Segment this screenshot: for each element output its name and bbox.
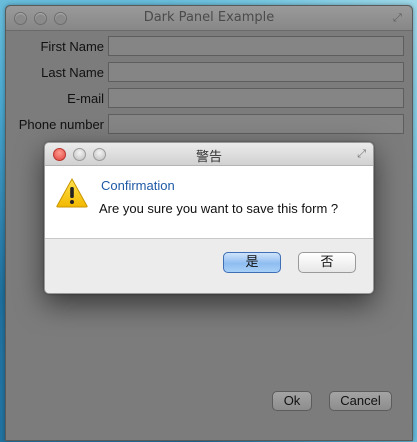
- email-label: E-mail: [67, 91, 104, 106]
- last-name-row: Last Name: [6, 62, 412, 84]
- cancel-button[interactable]: Cancel: [329, 391, 392, 411]
- confirmation-dialog: 警告 ⤢ Confirmation Are you sure you want …: [44, 142, 374, 294]
- last-name-input[interactable]: [108, 62, 404, 82]
- phone-number-input[interactable]: [108, 114, 404, 134]
- window-titlebar[interactable]: Dark Panel Example ⤢: [6, 6, 412, 31]
- window-title: Dark Panel Example: [143, 10, 275, 25]
- dialog-fullscreen-icon[interactable]: ⤢: [357, 148, 366, 159]
- dialog-heading: Confirmation: [101, 178, 175, 193]
- first-name-label: First Name: [40, 39, 104, 54]
- first-name-input[interactable]: [108, 36, 404, 56]
- phone-number-label: Phone number: [18, 117, 104, 132]
- ok-button[interactable]: Ok: [272, 391, 312, 411]
- yes-button[interactable]: 是: [223, 252, 281, 273]
- phone-row: Phone number: [6, 114, 412, 136]
- dialog-message: Are you sure you want to save this form …: [99, 201, 339, 216]
- no-button[interactable]: 否: [298, 252, 356, 273]
- dialog-title: 警告: [195, 150, 222, 165]
- email-row: E-mail: [6, 88, 412, 110]
- dialog-footer: 是 否: [45, 239, 373, 293]
- warning-icon: [56, 178, 88, 208]
- first-name-row: First Name: [6, 36, 412, 58]
- dialog-body: Confirmation Are you sure you want to sa…: [45, 166, 373, 239]
- dialog-titlebar[interactable]: 警告 ⤢: [45, 143, 373, 166]
- fullscreen-icon[interactable]: ⤢: [393, 12, 404, 23]
- last-name-label: Last Name: [41, 65, 104, 80]
- email-input[interactable]: [108, 88, 404, 108]
